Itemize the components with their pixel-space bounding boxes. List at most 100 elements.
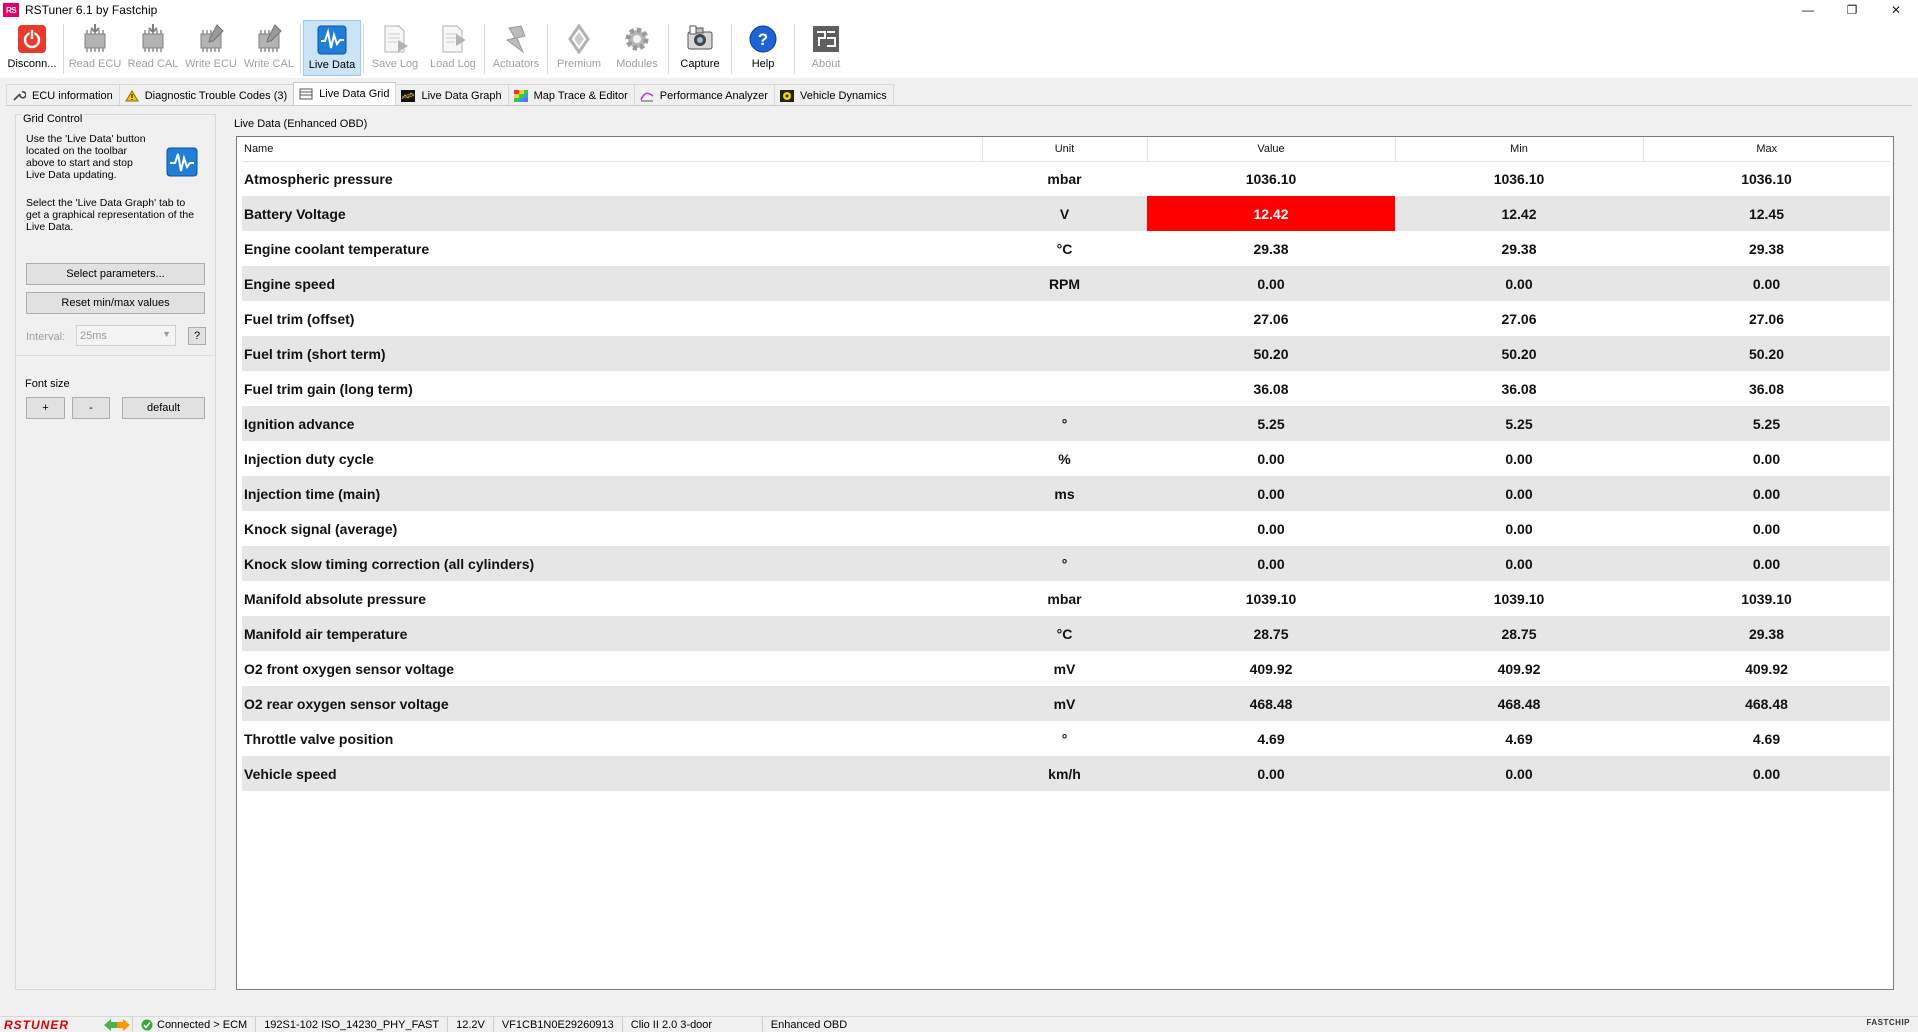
toolbar-button-label: Premium — [556, 58, 601, 70]
status-connection: Connected > ECM — [132, 1017, 255, 1032]
toolbar-button-read-ecu[interactable]: Read ECU — [66, 20, 124, 76]
column-header-value[interactable]: Value — [1147, 137, 1396, 162]
hint-line: located on the toolbar — [26, 145, 127, 157]
table-row[interactable]: Manifold air temperature °C 28.75 28.75 29.3… — [242, 616, 1890, 651]
toolbar-button-write-cal[interactable]: Write CAL — [240, 20, 298, 76]
font-decrease-button[interactable]: - — [72, 397, 110, 419]
cell-min: 0.00 — [1395, 441, 1643, 476]
analyzer-icon — [640, 90, 660, 102]
grid-icon — [299, 88, 319, 100]
table-row[interactable]: Knock signal (average) 0.00 0.00 0.00 — [242, 511, 1890, 546]
toolbar-button-about[interactable]: About — [797, 20, 855, 76]
toolbar-button-capture[interactable]: Capture — [671, 20, 729, 76]
group-divider — [16, 355, 215, 356]
cell-name: O2 front oxygen sensor voltage — [242, 651, 982, 686]
toolbar-separator — [668, 24, 669, 74]
table-row[interactable]: Vehicle speed km/h 0.00 0.00 0.00 — [242, 756, 1890, 791]
toolbar-separator — [794, 24, 795, 74]
toolbar-button-write-ecu[interactable]: Write ECU — [182, 20, 240, 76]
table-row[interactable]: Atmospheric pressure mbar 1036.10 1036.10 10… — [242, 161, 1890, 196]
toolbar-separator — [363, 24, 364, 74]
main-toolbar: Disconn... Read ECU Read CAL Write ECU Write… — [0, 20, 1918, 78]
cell-name: Manifold air temperature — [242, 616, 982, 651]
tab-label: Live Data Graph — [421, 89, 502, 102]
table-row[interactable]: O2 rear oxygen sensor voltage mV 468.48 468… — [242, 686, 1890, 721]
column-header-name[interactable]: Name — [242, 137, 983, 162]
title-bar: RS RSTuner 6.1 by Fastchip — ❐ ✕ — [0, 0, 1918, 20]
toolbar-button-modules[interactable]: Modules — [608, 20, 666, 76]
tab-map-trace-editor[interactable]: Map Trace & Editor — [507, 84, 635, 106]
column-header-min[interactable]: Min — [1395, 137, 1644, 162]
renault-icon — [562, 24, 596, 54]
table-row[interactable]: Injection time (main) ms 0.00 0.00 0.00 — [242, 476, 1890, 511]
cell-name: Fuel trim gain (long term) — [242, 371, 982, 406]
interval-select[interactable]: 25ms ▼ — [76, 325, 176, 346]
table-row[interactable]: Fuel trim (offset) 27.06 27.06 27.06 — [242, 301, 1890, 336]
actuator-icon — [499, 24, 533, 54]
font-increase-button[interactable]: + — [26, 397, 65, 419]
toolbar-button-label: Help — [751, 58, 775, 70]
cell-name: Throttle valve position — [242, 721, 982, 756]
check-icon — [141, 1019, 153, 1030]
table-row[interactable]: Engine coolant temperature °C 29.38 29.38 29… — [242, 231, 1890, 266]
cell-unit: ° — [982, 546, 1147, 581]
table-row[interactable]: Knock slow timing correction (all cylind… — [242, 546, 1890, 581]
close-button[interactable]: ✕ — [1874, 0, 1918, 20]
font-size-title: Font size — [25, 378, 70, 390]
toolbar-button-help[interactable]: ? Help — [734, 20, 792, 76]
table-row[interactable]: Injection duty cycle% 0.00 0.00 0.00 — [242, 441, 1890, 476]
cell-min: 468.48 — [1395, 686, 1643, 721]
maximize-button[interactable]: ❐ — [1830, 0, 1874, 20]
interval-help-button[interactable]: ? — [188, 327, 206, 345]
toolbar-button-label: Save Log — [371, 58, 419, 70]
table-row[interactable]: Fuel trim gain (long term) 36.08 36.08 36.0… — [242, 371, 1890, 406]
cell-value: 12.42 — [1147, 196, 1395, 231]
cell-name: Engine coolant temperature — [242, 231, 982, 266]
table-row[interactable]: Battery Voltage V 12.42 12.42 12.45 — [242, 196, 1890, 231]
toolbar-button-actuators[interactable]: Actuators — [487, 20, 545, 76]
toolbar-button-save-log[interactable]: Save Log — [366, 20, 424, 76]
toolbar-button-premium[interactable]: Premium — [550, 20, 608, 76]
tab-diagnostic-trouble-codes-3[interactable]: Diagnostic Trouble Codes (3) — [118, 84, 295, 106]
warning-icon — [124, 89, 145, 102]
cell-value: 0.00 — [1147, 266, 1395, 301]
tab-performance-analyzer[interactable]: Performance Analyzer — [633, 84, 775, 106]
table-row[interactable]: O2 front oxygen sensor voltage mV 409.92 40… — [242, 651, 1890, 686]
tab-vehicle-dynamics[interactable]: Vehicle Dynamics — [773, 84, 894, 106]
column-header-unit[interactable]: Unit — [982, 137, 1148, 162]
toolbar-button-read-cal[interactable]: Read CAL — [124, 20, 182, 76]
cell-value: 0.00 — [1147, 511, 1395, 546]
status-voltage: 12.2V — [447, 1017, 493, 1032]
status-protocol: 192S1-102 ISO_14230_PHY_FAST — [255, 1017, 447, 1032]
select-parameters-button[interactable]: Select parameters... — [26, 263, 205, 285]
tab-live-data-grid[interactable]: Live Data Grid — [293, 82, 397, 105]
cell-unit: ms — [982, 476, 1147, 511]
table-row[interactable]: Ignition advance ° 5.25 5.25 5.25 — [242, 406, 1890, 441]
cell-name: Knock slow timing correction (all cylind… — [242, 546, 982, 581]
reset-minmax-button[interactable]: Reset min/max values — [26, 292, 205, 314]
table-row[interactable]: Throttle valve position ° 4.69 4.69 4.69 — [242, 721, 1890, 756]
cell-value: 36.08 — [1147, 371, 1395, 406]
live-data-hint: Use the 'Live Data' button located on th… — [26, 133, 146, 181]
cell-value: 0.00 — [1147, 756, 1395, 791]
table-row[interactable]: Fuel trim (short term) 50.20 50.20 50.20 — [242, 336, 1890, 371]
tab-live-data-graph[interactable]: Live Data Graph — [395, 84, 509, 106]
wrench-icon — [12, 90, 32, 102]
toolbar-button-live-data[interactable]: Live Data — [303, 20, 361, 76]
toolbar-button-disconn[interactable]: Disconn... — [3, 20, 61, 76]
toolbar-button-load-log[interactable]: Load Log — [424, 20, 482, 76]
status-vehicle: Clio II 2.0 3-door — [621, 1017, 762, 1032]
toolbar-button-label: Capture — [680, 58, 720, 70]
cell-max: 5.25 — [1643, 406, 1890, 441]
table-row[interactable]: Manifold absolute pressure mbar 1039.10 103… — [242, 581, 1890, 616]
toolbar-separator — [731, 24, 732, 74]
table-row[interactable]: Engine speed RPM 0.00 0.00 0.00 — [242, 266, 1890, 301]
minimize-button[interactable]: — — [1786, 0, 1830, 20]
toolbar-button-label: Disconn... — [7, 58, 57, 70]
cell-name: Injection time (main) — [242, 476, 982, 511]
font-default-button[interactable]: default — [122, 397, 205, 419]
hint-line: get a graphical representation of the — [26, 209, 195, 221]
toolbar-separator — [300, 24, 301, 74]
tab-ecu-information[interactable]: ECU information — [6, 84, 120, 106]
column-header-max[interactable]: Max — [1643, 137, 1890, 162]
